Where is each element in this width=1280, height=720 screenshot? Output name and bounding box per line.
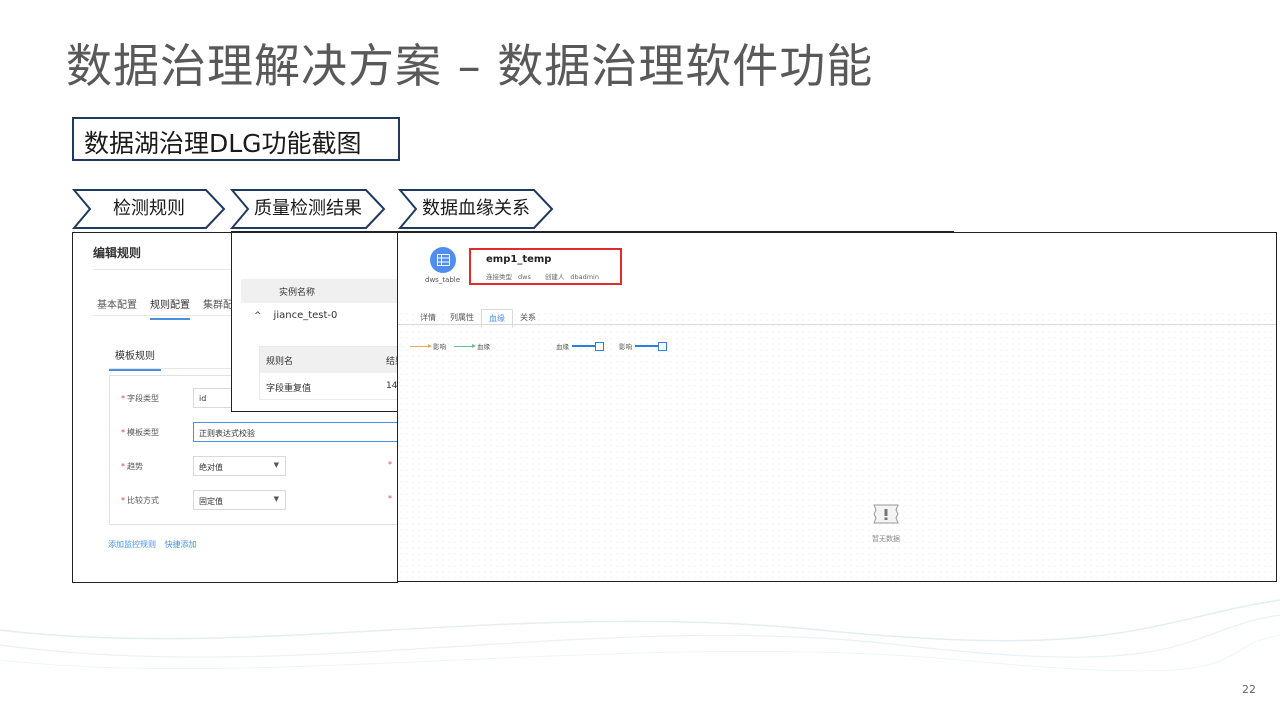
caret-up-icon[interactable]: ^ xyxy=(254,311,262,321)
table-info-highlight: emp1_temp 连接类型 dws 创建人 dbadmin xyxy=(469,248,622,285)
table-name: emp1_temp xyxy=(486,254,552,265)
form-links: 添加监控规则 快捷添加 xyxy=(108,539,203,550)
empty-state: 暂无数据 xyxy=(863,501,909,544)
arrow-right-icon xyxy=(454,343,476,348)
node-type-label: dws_table xyxy=(425,276,461,284)
tab-column-attributes[interactable]: 列属性 xyxy=(443,309,481,328)
field-label-type: * 字段类型 xyxy=(121,394,159,403)
caret-down-icon: ▼ xyxy=(273,461,279,469)
table-icon xyxy=(430,247,456,273)
step-data-lineage: 数据血缘关系 xyxy=(398,188,554,230)
tab-details[interactable]: 详情 xyxy=(413,309,443,328)
arrow-right-icon xyxy=(410,343,432,348)
table-meta: 连接类型 dws 创建人 dbadmin xyxy=(486,273,599,281)
step-label: 检测规则 xyxy=(113,198,185,219)
rule-result-table: 规则名结果 字段重复值143 xyxy=(259,346,400,400)
rule-tabs: 基本配置 规则配置 集群配置 xyxy=(97,296,243,320)
slide-title: 数据治理解决方案 – 数据治理软件功能 xyxy=(66,39,874,93)
trend-select[interactable]: 绝对值 ▼ xyxy=(193,456,286,476)
tab-basic-config[interactable]: 基本配置 xyxy=(97,296,137,320)
panel-title: 编辑规则 xyxy=(93,246,142,260)
decorative-wave xyxy=(0,599,1280,672)
tab-lineage[interactable]: 血缘 xyxy=(481,309,513,328)
tab-rule-config[interactable]: 规则配置 xyxy=(150,296,190,320)
add-monitor-rule-link[interactable]: 添加监控规则 xyxy=(108,540,156,549)
quality-results-screenshot: 实例名称 ^jiance_test-0 规则名结果 字段重复值143 xyxy=(231,232,401,412)
tab-relations[interactable]: 关系 xyxy=(513,309,543,328)
step-quality-results: 质量检测结果 xyxy=(230,188,386,230)
template-type-input[interactable]: 正则表达式校验 xyxy=(193,422,397,442)
legend-impact: 影响 xyxy=(410,341,446,351)
table-header: 规则名结果 xyxy=(260,347,400,373)
quick-add-link[interactable]: 快捷添加 xyxy=(165,540,197,549)
impact-depth-control[interactable]: 影响 xyxy=(619,341,667,351)
legend-lineage: 血缘 xyxy=(454,341,490,351)
compare-select[interactable]: 固定值 ▼ xyxy=(193,490,286,510)
empty-text: 暂无数据 xyxy=(872,535,900,543)
step-label: 质量检测结果 xyxy=(254,198,362,219)
table-row: 字段重复值143 xyxy=(266,381,400,394)
field-label-template: * 模板类型 xyxy=(121,428,159,437)
depth-slider[interactable] xyxy=(572,342,604,351)
section-heading: 数据湖治理DLG功能截图 xyxy=(72,117,400,161)
instance-row[interactable]: ^ jiance_test-0 xyxy=(254,310,337,321)
step-label: 数据血缘关系 xyxy=(422,198,530,219)
empty-data-icon xyxy=(873,504,899,524)
page-number: 22 xyxy=(1242,683,1256,696)
table-header: 实例名称 xyxy=(241,279,400,303)
lineage-depth-control[interactable]: 血缘 xyxy=(556,341,604,351)
lineage-tabs: 详情 列属性 血缘 关系 xyxy=(413,309,543,328)
required-mark: * xyxy=(388,460,392,469)
required-mark: * xyxy=(388,494,392,503)
depth-slider[interactable] xyxy=(635,342,667,351)
step-detection-rules: 检测规则 xyxy=(72,188,226,230)
divider xyxy=(398,324,1276,325)
field-label-trend: * 趋势 xyxy=(121,462,143,471)
lineage-screenshot: dws_table emp1_temp 连接类型 dws 创建人 dbadmin 详情… xyxy=(397,232,1277,582)
caret-down-icon: ▼ xyxy=(273,495,279,503)
field-label-compare: * 比较方式 xyxy=(121,496,159,505)
